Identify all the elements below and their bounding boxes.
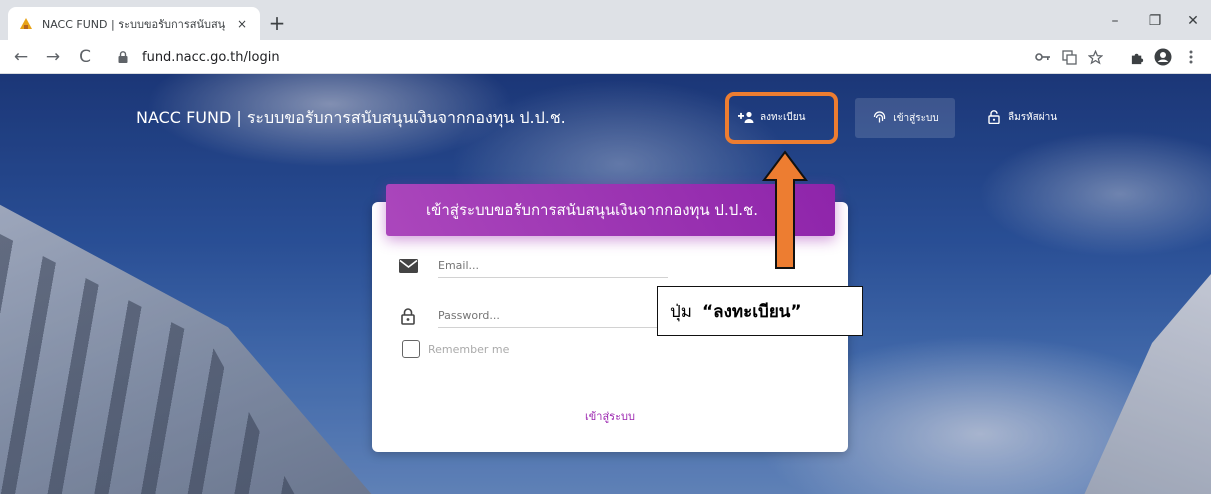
- forward-button[interactable]: →: [40, 44, 66, 70]
- address-bar[interactable]: fund.nacc.go.th/login: [106, 43, 1016, 71]
- unlock-icon: [986, 109, 1002, 125]
- restore-button[interactable]: ❐: [1138, 8, 1172, 34]
- email-icon: [398, 257, 418, 275]
- login-page: NACC FUND | ระบบขอรับการสนับสนุนเงินจากก…: [0, 74, 1211, 494]
- fingerprint-icon: [871, 110, 887, 126]
- back-button[interactable]: ←: [8, 44, 34, 70]
- up-arrow-icon: [762, 150, 808, 269]
- forgot-password-label: ลืมรหัสผ่าน: [1008, 111, 1058, 123]
- login-nav-label: เข้าสู่ระบบ: [893, 112, 939, 124]
- login-nav-button[interactable]: เข้าสู่ระบบ: [855, 98, 955, 138]
- lock-icon: [116, 50, 130, 64]
- remember-me-label: Remember me: [428, 342, 510, 356]
- lock-icon: [398, 307, 418, 325]
- browser-toolbar: ← → C fund.nacc.go.th/login: [0, 40, 1211, 74]
- password-input[interactable]: [438, 304, 668, 328]
- forgot-password-button[interactable]: ลืมรหัสผ่าน: [986, 104, 1057, 130]
- login-submit-button[interactable]: เข้าสู่ระบบ: [560, 406, 660, 428]
- remember-me[interactable]: Remember me: [402, 340, 509, 358]
- email-field[interactable]: [398, 252, 668, 280]
- close-window-button[interactable]: ✕: [1176, 8, 1210, 34]
- browser-tab-bar: NACC FUND | ระบบขอรับการสนับสนุ × + – ❐ …: [0, 0, 1211, 40]
- new-tab-button[interactable]: +: [264, 10, 290, 36]
- profile-icon[interactable]: [1150, 44, 1176, 70]
- minimize-button[interactable]: –: [1098, 8, 1132, 34]
- email-input[interactable]: [438, 254, 668, 278]
- browser-tab[interactable]: NACC FUND | ระบบขอรับการสนับสนุ ×: [8, 7, 260, 40]
- brand-title[interactable]: NACC FUND | ระบบขอรับการสนับสนุนเงินจากก…: [136, 106, 566, 131]
- callout-button-name: “ลงทะเบียน”: [702, 301, 802, 322]
- remember-me-checkbox[interactable]: [402, 340, 420, 358]
- menu-kebab-icon[interactable]: [1178, 44, 1204, 70]
- extensions-icon[interactable]: [1124, 44, 1150, 70]
- nacc-favicon-icon: [18, 16, 34, 32]
- annotation-callout: ปุ่ม “ลงทะเบียน”: [657, 286, 863, 336]
- tab-title: NACC FUND | ระบบขอรับการสนับสนุ: [42, 17, 226, 31]
- register-highlight-box: [725, 92, 838, 144]
- star-icon[interactable]: [1082, 44, 1108, 70]
- tab-close-icon[interactable]: ×: [234, 17, 250, 31]
- translate-icon[interactable]: [1056, 44, 1082, 70]
- key-icon[interactable]: [1030, 44, 1056, 70]
- callout-prefix: ปุ่ม: [670, 301, 692, 322]
- password-field[interactable]: [398, 302, 668, 330]
- reload-button[interactable]: C: [72, 44, 98, 70]
- url-text: fund.nacc.go.th/login: [142, 49, 280, 65]
